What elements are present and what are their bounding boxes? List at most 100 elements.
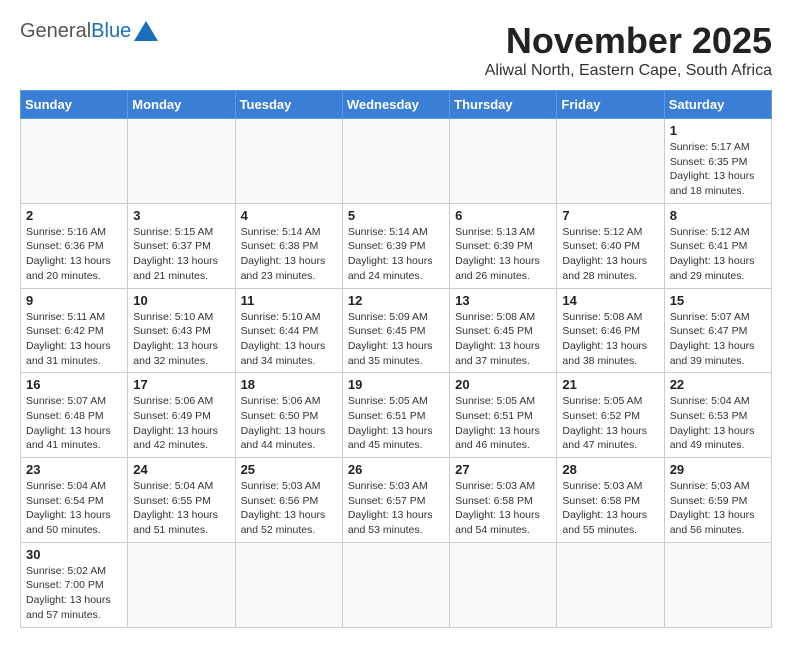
calendar-day-cell: 23 Sunrise: 5:04 AM Sunset: 6:54 PM Dayli…	[21, 458, 128, 543]
calendar-day-cell: 11 Sunrise: 5:10 AM Sunset: 6:44 PM Dayli…	[235, 288, 342, 373]
calendar-day-cell: 16Sunrise: 5:07 AM Sunset: 6:48 PM Dayli…	[21, 373, 128, 458]
day-info: Sunrise: 5:05 AM Sunset: 6:51 PM Dayligh…	[455, 394, 551, 453]
calendar-week-2: 2 Sunrise: 5:16 AM Sunset: 6:36 PM Daylig…	[21, 203, 772, 288]
day-info: Sunrise: 5:05 AM Sunset: 6:51 PM Dayligh…	[348, 394, 444, 453]
calendar-day-cell: 28 Sunrise: 5:03 AM Sunset: 6:58 PM Dayli…	[557, 458, 664, 543]
calendar-day-cell	[128, 119, 235, 204]
day-number: 23	[26, 462, 122, 477]
day-number: 20	[455, 377, 551, 392]
calendar-week-6: 30Sunrise: 5:02 AM Sunset: 7:00 PM Dayli…	[21, 542, 772, 627]
calendar-day-cell	[235, 542, 342, 627]
calendar-day-cell: 2 Sunrise: 5:16 AM Sunset: 6:36 PM Daylig…	[21, 203, 128, 288]
day-info: Sunrise: 5:04 AM Sunset: 6:55 PM Dayligh…	[133, 479, 229, 538]
page-header: General Blue November 2025 Aliwal North,…	[20, 20, 772, 80]
day-info: Sunrise: 5:15 AM Sunset: 6:37 PM Dayligh…	[133, 225, 229, 284]
day-number: 19	[348, 377, 444, 392]
col-header-thursday: Thursday	[450, 91, 557, 119]
day-number: 2	[26, 208, 122, 223]
day-info: Sunrise: 5:12 AM Sunset: 6:41 PM Dayligh…	[670, 225, 766, 284]
day-number: 29	[670, 462, 766, 477]
day-number: 11	[241, 293, 337, 308]
day-info: Sunrise: 5:08 AM Sunset: 6:46 PM Dayligh…	[562, 310, 658, 369]
calendar-day-cell	[450, 542, 557, 627]
calendar-day-cell: 21 Sunrise: 5:05 AM Sunset: 6:52 PM Dayli…	[557, 373, 664, 458]
day-info: Sunrise: 5:12 AM Sunset: 6:40 PM Dayligh…	[562, 225, 658, 284]
calendar-day-cell: 1 Sunrise: 5:17 AM Sunset: 6:35 PM Daylig…	[664, 119, 771, 204]
calendar-day-cell: 30Sunrise: 5:02 AM Sunset: 7:00 PM Dayli…	[21, 542, 128, 627]
day-info: Sunrise: 5:09 AM Sunset: 6:45 PM Dayligh…	[348, 310, 444, 369]
calendar-day-cell: 18 Sunrise: 5:06 AM Sunset: 6:50 PM Dayli…	[235, 373, 342, 458]
day-number: 21	[562, 377, 658, 392]
calendar-day-cell: 7Sunrise: 5:12 AM Sunset: 6:40 PM Daylig…	[557, 203, 664, 288]
day-info: Sunrise: 5:10 AM Sunset: 6:44 PM Dayligh…	[241, 310, 337, 369]
day-info: Sunrise: 5:16 AM Sunset: 6:36 PM Dayligh…	[26, 225, 122, 284]
day-info: Sunrise: 5:02 AM Sunset: 7:00 PM Dayligh…	[26, 564, 122, 623]
day-info: Sunrise: 5:10 AM Sunset: 6:43 PM Dayligh…	[133, 310, 229, 369]
calendar-header-row: SundayMondayTuesdayWednesdayThursdayFrid…	[21, 91, 772, 119]
calendar-day-cell	[450, 119, 557, 204]
day-number: 24	[133, 462, 229, 477]
calendar-day-cell: 4 Sunrise: 5:14 AM Sunset: 6:38 PM Daylig…	[235, 203, 342, 288]
day-number: 26	[348, 462, 444, 477]
day-number: 14	[562, 293, 658, 308]
title-block: November 2025 Aliwal North, Eastern Cape…	[485, 20, 772, 80]
calendar-day-cell	[557, 119, 664, 204]
col-header-saturday: Saturday	[664, 91, 771, 119]
day-number: 25	[241, 462, 337, 477]
calendar-day-cell	[664, 542, 771, 627]
calendar-day-cell: 26 Sunrise: 5:03 AM Sunset: 6:57 PM Dayli…	[342, 458, 449, 543]
col-header-friday: Friday	[557, 91, 664, 119]
calendar-day-cell: 5 Sunrise: 5:14 AM Sunset: 6:39 PM Daylig…	[342, 203, 449, 288]
day-info: Sunrise: 5:17 AM Sunset: 6:35 PM Dayligh…	[670, 140, 766, 199]
location-text: Aliwal North, Eastern Cape, South Africa	[485, 62, 772, 80]
day-info: Sunrise: 5:14 AM Sunset: 6:38 PM Dayligh…	[241, 225, 337, 284]
calendar-day-cell	[21, 119, 128, 204]
day-info: Sunrise: 5:14 AM Sunset: 6:39 PM Dayligh…	[348, 225, 444, 284]
calendar-week-3: 9 Sunrise: 5:11 AM Sunset: 6:42 PM Daylig…	[21, 288, 772, 373]
day-info: Sunrise: 5:11 AM Sunset: 6:42 PM Dayligh…	[26, 310, 122, 369]
day-info: Sunrise: 5:06 AM Sunset: 6:50 PM Dayligh…	[241, 394, 337, 453]
calendar-day-cell: 3 Sunrise: 5:15 AM Sunset: 6:37 PM Daylig…	[128, 203, 235, 288]
calendar-day-cell: 20 Sunrise: 5:05 AM Sunset: 6:51 PM Dayli…	[450, 373, 557, 458]
day-number: 18	[241, 377, 337, 392]
calendar-day-cell: 15 Sunrise: 5:07 AM Sunset: 6:47 PM Dayli…	[664, 288, 771, 373]
day-info: Sunrise: 5:07 AM Sunset: 6:47 PM Dayligh…	[670, 310, 766, 369]
day-number: 22	[670, 377, 766, 392]
day-number: 13	[455, 293, 551, 308]
day-number: 9	[26, 293, 122, 308]
calendar-table: SundayMondayTuesdayWednesdayThursdayFrid…	[20, 90, 772, 628]
day-number: 1	[670, 123, 766, 138]
day-info: Sunrise: 5:03 AM Sunset: 6:58 PM Dayligh…	[562, 479, 658, 538]
calendar-day-cell: 14 Sunrise: 5:08 AM Sunset: 6:46 PM Dayli…	[557, 288, 664, 373]
month-title: November 2025	[485, 20, 772, 62]
calendar-day-cell: 10Sunrise: 5:10 AM Sunset: 6:43 PM Dayli…	[128, 288, 235, 373]
day-info: Sunrise: 5:03 AM Sunset: 6:57 PM Dayligh…	[348, 479, 444, 538]
day-info: Sunrise: 5:03 AM Sunset: 6:56 PM Dayligh…	[241, 479, 337, 538]
day-info: Sunrise: 5:06 AM Sunset: 6:49 PM Dayligh…	[133, 394, 229, 453]
day-info: Sunrise: 5:08 AM Sunset: 6:45 PM Dayligh…	[455, 310, 551, 369]
calendar-day-cell: 27Sunrise: 5:03 AM Sunset: 6:58 PM Dayli…	[450, 458, 557, 543]
calendar-day-cell: 24 Sunrise: 5:04 AM Sunset: 6:55 PM Dayli…	[128, 458, 235, 543]
day-info: Sunrise: 5:04 AM Sunset: 6:54 PM Dayligh…	[26, 479, 122, 538]
day-number: 4	[241, 208, 337, 223]
calendar-day-cell: 13 Sunrise: 5:08 AM Sunset: 6:45 PM Dayli…	[450, 288, 557, 373]
calendar-day-cell	[342, 119, 449, 204]
calendar-day-cell: 6Sunrise: 5:13 AM Sunset: 6:39 PM Daylig…	[450, 203, 557, 288]
day-number: 3	[133, 208, 229, 223]
day-info: Sunrise: 5:05 AM Sunset: 6:52 PM Dayligh…	[562, 394, 658, 453]
calendar-day-cell: 29Sunrise: 5:03 AM Sunset: 6:59 PM Dayli…	[664, 458, 771, 543]
logo-general-text: General	[20, 20, 91, 43]
calendar-day-cell: 12Sunrise: 5:09 AM Sunset: 6:45 PM Dayli…	[342, 288, 449, 373]
day-number: 28	[562, 462, 658, 477]
calendar-day-cell: 8Sunrise: 5:12 AM Sunset: 6:41 PM Daylig…	[664, 203, 771, 288]
logo: General Blue	[20, 20, 158, 43]
day-info: Sunrise: 5:07 AM Sunset: 6:48 PM Dayligh…	[26, 394, 122, 453]
calendar-day-cell: 22Sunrise: 5:04 AM Sunset: 6:53 PM Dayli…	[664, 373, 771, 458]
logo-blue-text: Blue	[91, 20, 131, 43]
day-number: 15	[670, 293, 766, 308]
calendar-day-cell	[342, 542, 449, 627]
day-number: 5	[348, 208, 444, 223]
calendar-day-cell	[235, 119, 342, 204]
day-number: 6	[455, 208, 551, 223]
col-header-wednesday: Wednesday	[342, 91, 449, 119]
